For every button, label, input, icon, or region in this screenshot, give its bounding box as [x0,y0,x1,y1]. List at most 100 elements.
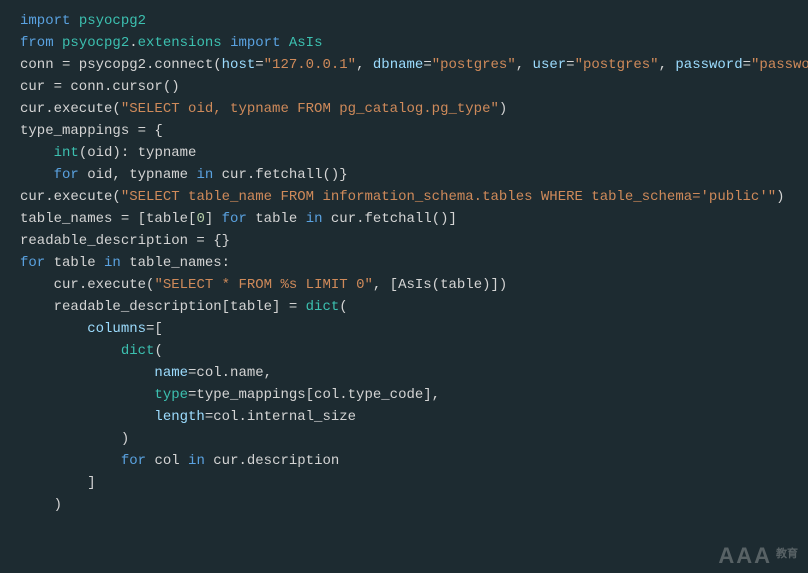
token-txt: readable_description[table] = [54,299,306,315]
token-txt: readable_description = {} [20,233,230,249]
token-txt: ) [776,189,784,205]
token-var: host [222,57,256,73]
token-txt: =col.name, [188,365,272,381]
token-lib: psyocpg2 [62,35,129,51]
token-txt: table [54,255,104,271]
token-kw: in [196,167,221,183]
token-str: "password" [751,57,808,73]
token-txt: cur = conn.cursor() [20,79,180,95]
code-line: table_names = [table[0] for table in cur… [20,208,808,230]
token-str: "SELECT * FROM %s LIMIT 0" [154,277,372,293]
token-kw: for [20,255,54,271]
token-txt: table_names = [table[ [20,211,196,227]
token-str: "postgres" [432,57,516,73]
token-txt: , [659,57,676,73]
token-txt: . [129,35,137,51]
token-lib: dict [121,343,155,359]
code-line: cur.execute("SELECT * FROM %s LIMIT 0", … [20,274,808,296]
token-txt: =[ [146,321,163,337]
token-kw: for [222,211,256,227]
token-num: 0 [196,211,204,227]
token-txt: cur.execute( [20,189,121,205]
code-line: length=col.internal_size [20,406,808,428]
code-block: import psyocpg2from psyocpg2.extensions … [0,0,808,526]
token-var: dbname [373,57,423,73]
code-line: for table in table_names: [20,252,808,274]
token-txt: ] [205,211,222,227]
token-kw: for [54,167,88,183]
token-kw: for [121,453,155,469]
token-lib: extensions [138,35,230,51]
token-txt: table_names: [129,255,230,271]
token-kw: in [306,211,331,227]
token-txt: type_mappings = { [20,123,163,139]
token-txt: , [356,57,373,73]
code-line: cur.execute("SELECT oid, typname FROM pg… [20,98,808,120]
token-txt: ) [499,101,507,117]
token-var: name [154,365,188,381]
token-txt: = [255,57,263,73]
token-kw: import [230,35,289,51]
token-txt: =col.internal_size [205,409,356,425]
token-txt: cur.fetchall()} [222,167,348,183]
token-txt: = [743,57,751,73]
code-line: ] [20,472,808,494]
token-lib: AsIs [289,35,323,51]
token-var: columns [87,321,146,337]
token-txt: ] [87,475,95,491]
token-lib: psyocpg2 [79,13,146,29]
token-txt: , [516,57,533,73]
watermark-sub: 教育 [776,543,798,565]
token-txt: oid, typname [87,167,196,183]
token-txt: col [154,453,188,469]
token-txt: ( [339,299,347,315]
code-line: type_mappings = { [20,120,808,142]
code-line: int(oid): typname [20,142,808,164]
code-line: readable_description[table] = dict( [20,296,808,318]
code-line: import psyocpg2 [20,10,808,32]
token-kw: from [20,35,62,51]
token-txt: cur.description [213,453,339,469]
token-txt: =type_mappings[col.type_code], [188,387,440,403]
code-line: readable_description = {} [20,230,808,252]
watermark: AAA 教育 [718,543,798,567]
token-txt: ) [121,431,129,447]
token-kw: import [20,13,79,29]
code-line: from psyocpg2.extensions import AsIs [20,32,808,54]
token-txt: table [255,211,305,227]
token-str: "postgres" [575,57,659,73]
token-lib: int [54,145,79,161]
token-txt: conn = psycopg2.connect( [20,57,222,73]
code-line: name=col.name, [20,362,808,384]
token-lib: type [154,387,188,403]
watermark-main: AAA [718,545,772,567]
code-line: conn = psycopg2.connect(host="127.0.0.1"… [20,54,808,76]
code-line: ) [20,494,808,516]
token-txt: cur.execute( [20,101,121,117]
token-var: password [675,57,742,73]
token-lib: dict [306,299,340,315]
token-kw: in [104,255,129,271]
code-line: for col in cur.description [20,450,808,472]
token-txt: , [AsIs(table)]) [373,277,507,293]
code-line: cur.execute("SELECT table_name FROM info… [20,186,808,208]
token-txt: cur.fetchall()] [331,211,457,227]
token-var: user [533,57,567,73]
token-txt: = [423,57,431,73]
token-txt: (oid): typname [79,145,197,161]
token-txt: = [566,57,574,73]
code-line: cur = conn.cursor() [20,76,808,98]
token-kw: in [188,453,213,469]
token-txt: ) [54,497,62,513]
code-line: type=type_mappings[col.type_code], [20,384,808,406]
token-str: "127.0.0.1" [264,57,356,73]
code-line: ) [20,428,808,450]
code-line: dict( [20,340,808,362]
code-line: columns=[ [20,318,808,340]
token-txt: ( [154,343,162,359]
token-txt: cur.execute( [54,277,155,293]
token-var: length [154,409,204,425]
token-str: "SELECT oid, typname FROM pg_catalog.pg_… [121,101,499,117]
token-str: "SELECT table_name FROM information_sche… [121,189,776,205]
code-line: for oid, typname in cur.fetchall()} [20,164,808,186]
